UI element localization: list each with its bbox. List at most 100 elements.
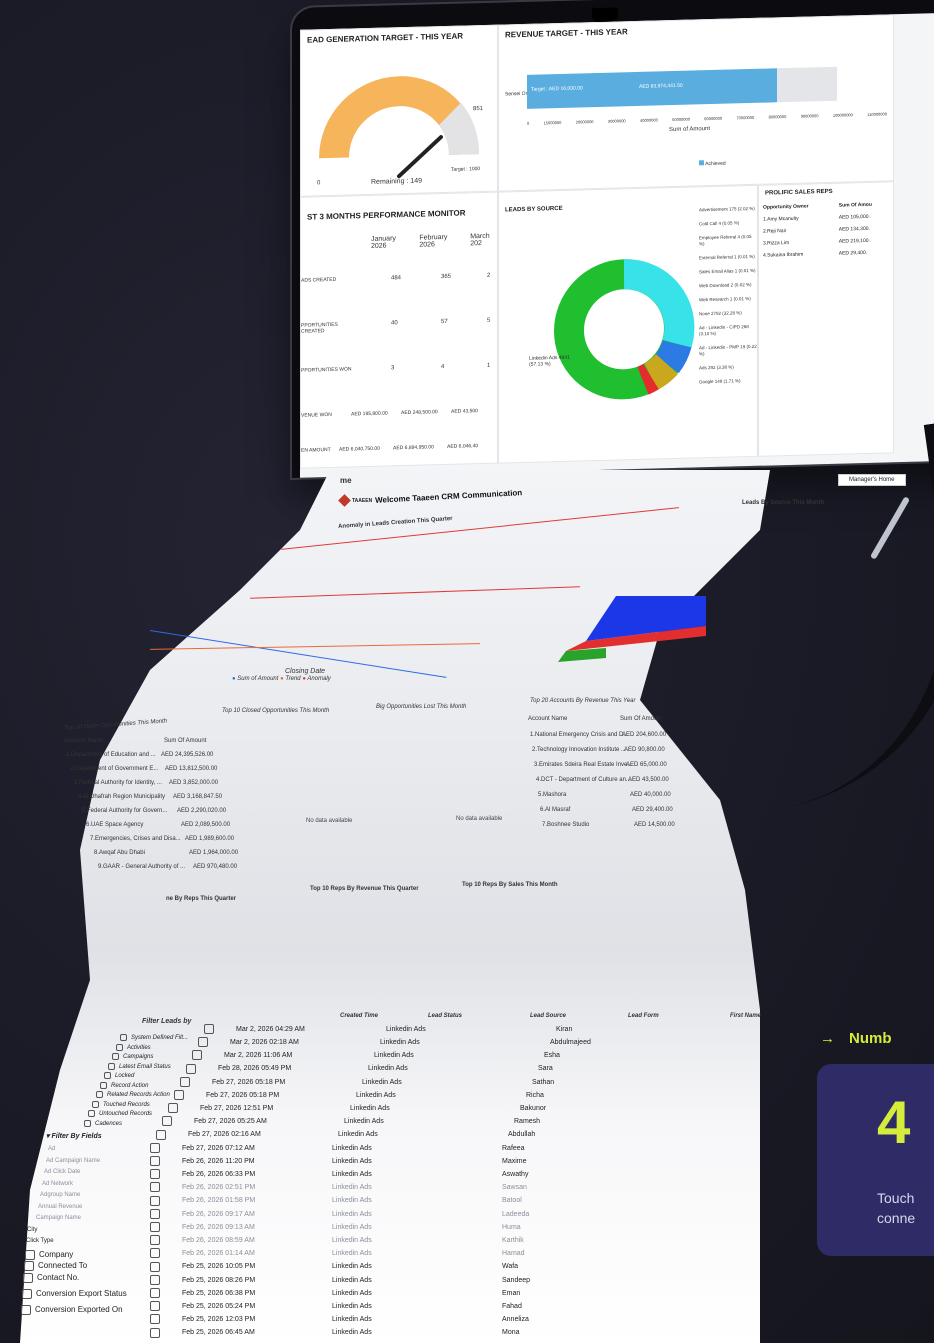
row-checkbox[interactable] <box>204 1024 214 1034</box>
filter-field-item[interactable]: Click Type <box>26 1238 54 1244</box>
filter-field-item[interactable]: Annual Revenue <box>38 1204 82 1210</box>
open-opps-row[interactable]: 5.Federal Authority for Govern... AED 2,2… <box>82 808 226 822</box>
filter-system-item[interactable]: Activities <box>116 1043 151 1051</box>
filter-checkbox[interactable] <box>100 1081 107 1089</box>
row-checkbox[interactable] <box>150 1314 160 1325</box>
row-checkbox[interactable] <box>192 1050 202 1061</box>
filter-checkbox[interactable] <box>96 1091 103 1098</box>
row-checkbox[interactable] <box>150 1222 160 1232</box>
lead-table-row[interactable]: Mar 2, 2026 11:06 AM Linkedin Ads Esha <box>192 1050 594 1061</box>
lead-table-row[interactable]: Feb 27, 2026 05:18 PM Linkedin Ads Sathan <box>180 1076 582 1087</box>
lead-table-row[interactable]: Feb 27, 2026 07:12 AM Linkedin Ads Rafeea <box>150 1142 552 1153</box>
accounts-row[interactable]: 6.Al Masraf AED 29,400.00 <box>540 807 673 822</box>
filter-checkbox[interactable] <box>24 1261 34 1271</box>
lead-table-row[interactable]: Feb 26, 2026 06:33 PM Linkedin Ads Aswathy <box>150 1169 552 1180</box>
filter-checkbox[interactable] <box>21 1304 31 1315</box>
row-checkbox[interactable] <box>150 1248 160 1259</box>
filter-checkbox[interactable] <box>104 1072 111 1079</box>
filter-checkbox[interactable] <box>116 1043 123 1051</box>
lead-table-row[interactable]: Feb 25, 2026 05:24 PM Linkedin Ads Fahad <box>150 1301 552 1312</box>
accounts-row[interactable]: 4.DCT - Department of Culture an... AED 4… <box>536 777 669 792</box>
filter-checkbox[interactable] <box>23 1272 33 1283</box>
accounts-row[interactable]: 5.Mashora AED 40,000.00 <box>538 792 671 807</box>
row-checkbox[interactable] <box>168 1103 178 1114</box>
filter-system-item[interactable]: Latest Email Status <box>108 1062 171 1070</box>
filter-checkbox[interactable] <box>84 1119 91 1127</box>
row-checkbox[interactable] <box>150 1261 160 1272</box>
filter-checkbox[interactable] <box>120 1034 127 1041</box>
lead-table-row[interactable]: Mar 2, 2026 02:18 AM Linkedin Ads Abdulmaj… <box>198 1037 600 1048</box>
lead-table-row[interactable]: Feb 27, 2026 02:16 AM Linkedin Ads Abdulla… <box>156 1129 558 1140</box>
open-opps-row[interactable]: 2.Department of Government E... AED 13,81… <box>70 766 217 780</box>
filter-system-item[interactable]: Touched Records <box>92 1100 150 1108</box>
filter-system-item[interactable]: Record Action <box>100 1081 148 1089</box>
row-checkbox[interactable] <box>150 1274 160 1285</box>
view-select[interactable]: Manager's Home <box>838 474 906 486</box>
open-opps-row[interactable]: 9.GAAR - General Authority of ... AED 970… <box>98 864 237 878</box>
row-checkbox[interactable] <box>156 1129 166 1140</box>
filter-checkbox[interactable] <box>92 1100 99 1108</box>
row-checkbox[interactable] <box>150 1182 160 1193</box>
filter-checkbox[interactable] <box>108 1062 115 1070</box>
filter-by-fields-title[interactable]: ▾ Filter By Fields <box>46 1132 102 1140</box>
open-opps-row[interactable]: 8.Awqaf Abu Dhabi AED 1,964,000.00 <box>94 850 238 864</box>
lead-table-row[interactable]: Feb 26, 2026 08:59 AM Linkedin Ads Karthik <box>150 1235 552 1246</box>
filter-system-item[interactable]: Cadences <box>84 1119 122 1127</box>
lead-table-row[interactable]: Feb 27, 2026 05:25 AM Linkedin Ads Ramesh <box>162 1116 564 1127</box>
accounts-row[interactable]: 7.Boshnee Studio AED 14,500.00 <box>542 822 675 837</box>
lead-table-row[interactable]: Feb 25, 2026 06:38 PM Linkedin Ads Eman <box>150 1288 552 1298</box>
row-checkbox[interactable] <box>150 1301 160 1312</box>
lead-table-row[interactable]: Feb 26, 2026 11:20 PM Linkedin Ads Maxime <box>150 1156 552 1166</box>
filter-field-item[interactable]: Conversion Export Status <box>22 1288 127 1299</box>
accounts-row[interactable]: 1.National Emergency Crisis and D... AED … <box>530 732 666 747</box>
lead-table-row[interactable]: Feb 26, 2026 02:51 PM Linkedin Ads Sawsan <box>150 1182 552 1193</box>
open-opps-row[interactable]: 7.Emergencies, Crises and Disa... AED 1,9… <box>90 836 234 850</box>
lead-table-row[interactable]: Feb 28, 2026 05:49 PM Linkedin Ads Sara <box>186 1063 588 1074</box>
filter-field-item[interactable]: Contact No. <box>23 1272 79 1283</box>
filter-field-item[interactable]: Ad Click Date <box>44 1169 80 1175</box>
filter-field-item[interactable]: Adgroup Name <box>40 1192 80 1198</box>
lead-table-row[interactable]: Feb 26, 2026 01:14 AM Linkedin Ads Hamad <box>150 1248 552 1259</box>
filter-field-item[interactable]: Company <box>25 1249 73 1260</box>
row-checkbox[interactable] <box>150 1235 160 1246</box>
row-checkbox[interactable] <box>150 1142 160 1153</box>
lead-table-row[interactable]: Feb 27, 2026 12:51 PM Linkedin Ads Bakunor <box>168 1103 570 1114</box>
filter-field-item[interactable]: Ad <box>48 1146 55 1152</box>
filter-system-item[interactable]: Locked <box>104 1072 134 1079</box>
row-checkbox[interactable] <box>150 1169 160 1180</box>
open-opps-row[interactable]: 6.UAE Space Agency AED 2,089,500.00 <box>86 822 230 836</box>
lead-table-row[interactable]: Feb 25, 2026 10:05 PM Linkedin Ads Wafa <box>150 1261 552 1272</box>
accounts-row[interactable]: 3.Emirates Sdeira Real Estate Inve... AED… <box>534 762 667 777</box>
accounts-row[interactable]: 2.Technology Innovation Institute ... AED… <box>532 747 665 762</box>
row-checkbox[interactable] <box>150 1195 160 1206</box>
row-checkbox[interactable] <box>198 1037 208 1048</box>
row-checkbox[interactable] <box>162 1116 172 1127</box>
row-checkbox[interactable] <box>174 1090 184 1100</box>
lead-table-row[interactable]: Feb 26, 2026 09:17 AM Linkedin Ads Ladeeda <box>150 1208 552 1219</box>
filter-system-item[interactable]: Untouched Records <box>88 1110 152 1117</box>
filter-checkbox[interactable] <box>25 1249 35 1260</box>
open-opps-row[interactable]: 3.Federal Authority for Identity, ... AED… <box>74 780 218 794</box>
row-checkbox[interactable] <box>150 1327 160 1338</box>
open-opps-row[interactable]: 4.Al Dhafrah Region Municipality AED 3,16… <box>78 794 222 808</box>
open-opps-row[interactable]: 1.Department of Education and ... AED 24,… <box>66 752 213 766</box>
row-checkbox[interactable] <box>150 1288 160 1298</box>
lead-table-row[interactable]: Feb 25, 2026 08:26 PM Linkedin Ads Sandeep <box>150 1274 552 1285</box>
filter-checkbox[interactable] <box>88 1110 95 1117</box>
filter-system-item[interactable]: Campaigns <box>112 1053 153 1060</box>
row-checkbox[interactable] <box>186 1063 196 1074</box>
filter-field-item[interactable]: City <box>27 1227 37 1233</box>
row-checkbox[interactable] <box>150 1208 160 1219</box>
filter-field-item[interactable]: Ad Campaign Name <box>46 1158 100 1164</box>
filter-checkbox[interactable] <box>22 1288 32 1299</box>
lead-table-row[interactable]: Mar 2, 2026 04:29 AM Linkedin Ads Kiran <box>204 1024 606 1034</box>
filter-system-item[interactable]: System Defined Filt... <box>120 1034 188 1041</box>
lead-table-row[interactable]: Feb 27, 2026 05:18 PM Linkedin Ads Richa <box>174 1090 576 1100</box>
filter-field-item[interactable]: Conversion Exported On <box>21 1304 123 1315</box>
filter-checkbox[interactable] <box>112 1053 119 1060</box>
lead-table-row[interactable]: Feb 25, 2026 12:03 PM Linkedin Ads Anneliz… <box>150 1314 552 1325</box>
row-checkbox[interactable] <box>180 1076 190 1087</box>
row-checkbox[interactable] <box>150 1156 160 1166</box>
filter-field-item[interactable]: Campaign Name <box>36 1215 81 1221</box>
filter-field-item[interactable]: Connected To <box>24 1261 87 1271</box>
